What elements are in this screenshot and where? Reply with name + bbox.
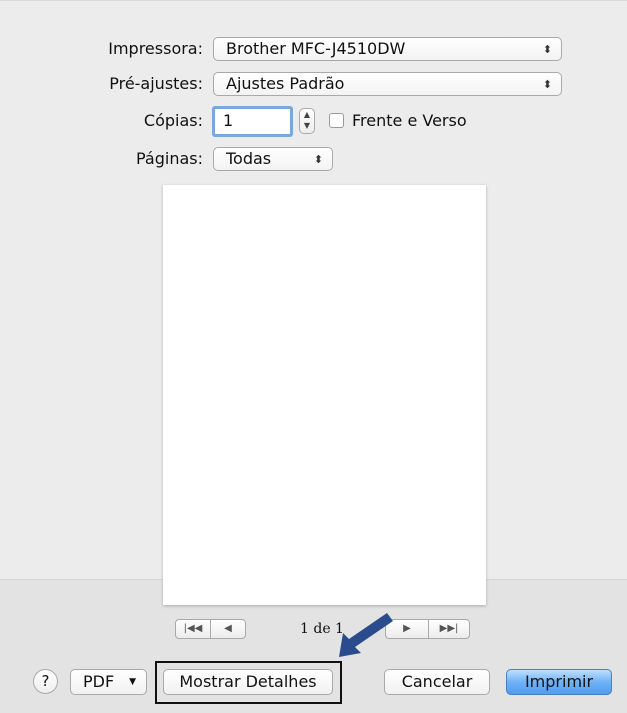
- printer-label: Impressora:: [108, 39, 203, 58]
- dropdown-arrow-icon: ▼: [129, 677, 136, 687]
- chevron-up-down-icon: ⬍: [313, 152, 323, 166]
- copies-stepper[interactable]: ▲ ▼: [299, 108, 315, 134]
- previous-page-button[interactable]: ◀: [210, 619, 246, 639]
- first-page-button[interactable]: |◀◀: [175, 619, 211, 639]
- printer-popup[interactable]: Brother MFC-J4510DW ⬍: [213, 37, 562, 61]
- duplex-label[interactable]: Frente e Verso: [352, 111, 467, 131]
- copies-field[interactable]: 1: [212, 106, 293, 137]
- duplex-checkbox[interactable]: [329, 113, 344, 128]
- first-page-icon: |◀◀: [183, 623, 203, 634]
- chevron-up-down-icon: ⬍: [542, 42, 552, 56]
- copies-label: Cópias:: [143, 111, 203, 130]
- chevron-up-down-icon: ⬍: [542, 77, 552, 91]
- callout-highlight-box: [155, 661, 342, 704]
- presets-value: Ajustes Padrão: [226, 74, 345, 93]
- next-page-icon: ▶: [403, 623, 411, 634]
- pdf-label: PDF: [83, 672, 115, 691]
- pdf-button[interactable]: PDF ▼: [70, 669, 147, 695]
- stepper-up-icon[interactable]: ▲: [300, 109, 314, 120]
- previous-page-icon: ◀: [224, 623, 232, 634]
- presets-popup[interactable]: Ajustes Padrão ⬍: [213, 72, 562, 96]
- stepper-down-icon[interactable]: ▼: [300, 120, 314, 131]
- last-page-icon: ▶▶|: [439, 623, 459, 634]
- pages-value: Todas: [226, 149, 272, 168]
- cancel-button[interactable]: Cancelar: [384, 669, 490, 695]
- page-preview: [163, 185, 486, 605]
- callout-arrow-icon: [339, 613, 393, 657]
- print-button[interactable]: Imprimir: [506, 669, 612, 695]
- pages-popup[interactable]: Todas ⬍: [213, 147, 333, 171]
- printer-value: Brother MFC-J4510DW: [226, 39, 406, 58]
- last-page-button[interactable]: ▶▶|: [428, 619, 470, 639]
- question-icon: ?: [41, 672, 50, 690]
- pages-label: Páginas:: [135, 149, 203, 168]
- print-dialog: Impressora: Brother MFC-J4510DW ⬍ Pré-aj…: [0, 0, 627, 713]
- help-button[interactable]: ?: [33, 669, 58, 694]
- presets-label: Pré-ajustes:: [109, 74, 203, 93]
